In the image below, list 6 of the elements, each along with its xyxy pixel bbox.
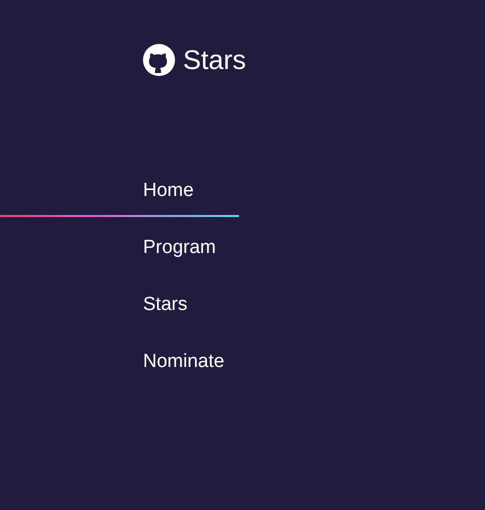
nav-link[interactable]: Home bbox=[143, 176, 239, 206]
nav-link[interactable]: Program bbox=[143, 233, 239, 263]
cat-logo-icon bbox=[143, 44, 175, 76]
nav-link[interactable]: Nominate bbox=[143, 347, 239, 377]
site-title[interactable]: Stars bbox=[183, 42, 246, 76]
nav-link[interactable]: Stars bbox=[143, 290, 239, 320]
